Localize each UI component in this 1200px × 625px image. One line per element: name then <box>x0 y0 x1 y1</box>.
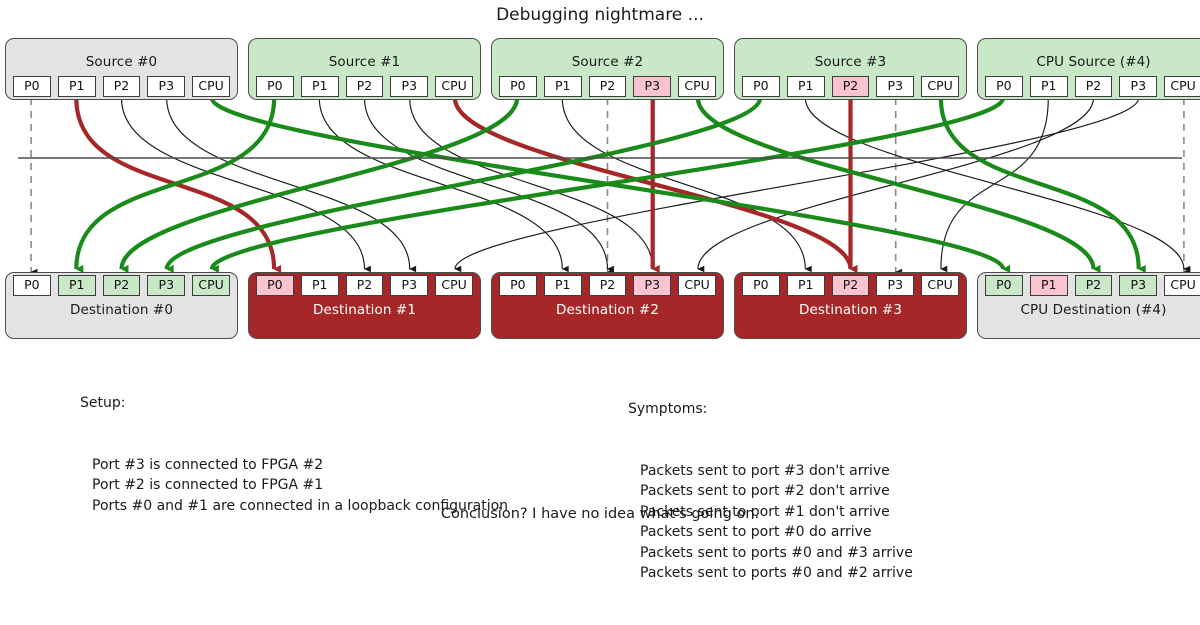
destination-node-1[interactable]: Destination #1 P0 P1 P2 P3 CPU <box>248 272 481 339</box>
destination-4-port-p1[interactable]: P1 <box>1029 275 1068 296</box>
wire-thin-6 <box>318 97 569 273</box>
source-label-4: CPU Source (#4) <box>1036 54 1151 70</box>
destination-3-port-p2[interactable]: P2 <box>831 275 870 296</box>
source-label-1: Source #1 <box>328 54 401 70</box>
destination-3-port-cpu[interactable]: CPU <box>921 275 959 296</box>
destination-2-port-p2[interactable]: P2 <box>588 275 627 296</box>
source-4-port-p1[interactable]: P1 <box>1029 76 1068 97</box>
source-0-port-cpu[interactable]: CPU <box>192 76 230 97</box>
destination-0-port-p0[interactable]: P0 <box>13 275 51 296</box>
source-0-port-p3[interactable]: P3 <box>147 76 186 97</box>
port-strip: P0 P1 P2 P3 CPU <box>742 275 959 296</box>
port-strip: P0 P1 P2 P3 CPU <box>13 76 230 97</box>
port-strip: P0 P1 P2 P3 CPU <box>256 275 473 296</box>
symptoms-line-4: Packets sent to ports #0 and #3 arrive <box>640 544 913 561</box>
destination-0-port-p1[interactable]: P1 <box>57 275 96 296</box>
destination-4-port-p0[interactable]: P0 <box>985 275 1023 296</box>
destination-2-port-p0[interactable]: P0 <box>499 275 537 296</box>
destination-1-port-p2[interactable]: P2 <box>345 275 384 296</box>
destination-label-4: CPU Destination (#4) <box>1020 302 1167 318</box>
symptoms-line-5: Packets sent to ports #0 and #2 arrive <box>640 565 913 581</box>
destination-2-port-p3[interactable]: P3 <box>633 275 672 296</box>
source-4-port-p3[interactable]: P3 <box>1119 76 1158 97</box>
destination-4-port-p3[interactable]: P3 <box>1119 275 1158 296</box>
destination-3-port-p1[interactable]: P1 <box>786 275 825 296</box>
port-strip: P0 P1 P2 P3 CPU <box>985 275 1200 296</box>
wire-green-19 <box>938 97 1146 274</box>
source-label-2: Source #2 <box>571 54 644 70</box>
destination-0-port-p3[interactable]: P3 <box>147 275 186 296</box>
source-3-port-p3[interactable]: P3 <box>876 76 915 97</box>
diagram-canvas: Debugging nightmare ... Source #0 P0 P1 P2 P… <box>0 0 1200 581</box>
destination-label-2: Destination #2 <box>555 302 660 318</box>
source-1-port-p2[interactable]: P2 <box>345 76 384 97</box>
port-strip: P0 P1 P2 P3 CPU <box>499 76 716 97</box>
source-4-port-cpu[interactable]: CPU <box>1164 76 1200 97</box>
source-1-port-p1[interactable]: P1 <box>300 76 339 97</box>
port-strip: P0 P1 P2 P3 CPU <box>742 76 959 97</box>
setup-heading: Setup: <box>80 395 126 411</box>
source-1-port-p3[interactable]: P3 <box>390 76 429 97</box>
destination-1-port-cpu[interactable]: CPU <box>435 275 473 296</box>
destination-3-port-p0[interactable]: P0 <box>742 275 780 296</box>
destination-node-4[interactable]: CPU Destination (#4) P0 P1 P2 P3 CPU <box>977 272 1200 339</box>
source-2-port-p0[interactable]: P0 <box>499 76 537 97</box>
symptoms-heading: Symptoms: <box>628 401 708 417</box>
source-4-port-p2[interactable]: P2 <box>1074 76 1113 97</box>
source-3-port-cpu[interactable]: CPU <box>921 76 959 97</box>
source-0-port-p0[interactable]: P0 <box>13 76 51 97</box>
destination-2-port-cpu[interactable]: CPU <box>678 275 716 296</box>
source-1-port-cpu[interactable]: CPU <box>435 76 473 97</box>
source-3-port-p1[interactable]: P1 <box>786 76 825 97</box>
source-2-port-p2[interactable]: P2 <box>588 76 627 97</box>
source-1-port-p0[interactable]: P0 <box>256 76 294 97</box>
source-2-port-p3[interactable]: P3 <box>633 76 672 97</box>
source-node-1[interactable]: Source #1 P0 P1 P2 P3 CPU <box>248 38 481 100</box>
destination-label-1: Destination #1 <box>312 302 417 318</box>
destination-2-port-p1[interactable]: P1 <box>543 275 582 296</box>
destination-0-port-cpu[interactable]: CPU <box>192 275 230 296</box>
symptoms-line-3: Packets sent to port #0 do arrive <box>640 524 872 540</box>
symptoms-legend: Symptoms: Packets sent to port #3 don't … <box>628 358 913 625</box>
source-node-4[interactable]: CPU Source (#4) P0 P1 P2 P3 CPU <box>977 38 1200 100</box>
symptoms-line-1: Packets sent to port #2 don't arrive <box>640 483 890 499</box>
destination-node-2[interactable]: Destination #2 P0 P1 P2 P3 CPU <box>491 272 724 339</box>
destination-1-port-p1[interactable]: P1 <box>300 275 339 296</box>
wire-thin-7 <box>363 97 614 273</box>
source-4-port-p0[interactable]: P0 <box>985 76 1023 97</box>
symptoms-line-0: Packets sent to port #3 don't arrive <box>640 462 890 479</box>
port-strip: P0 P1 P2 P3 CPU <box>13 275 230 296</box>
port-strip: P0 P1 P2 P3 CPU <box>256 76 473 97</box>
source-label-3: Source #3 <box>814 54 887 70</box>
setup-legend: Setup: Port #3 is connected to FPGA #2 Po… <box>80 352 508 557</box>
source-3-port-p0[interactable]: P0 <box>742 76 780 97</box>
port-strip: P0 P1 P2 P3 CPU <box>499 275 716 296</box>
destination-4-port-cpu[interactable]: CPU <box>1164 275 1200 296</box>
destination-label-3: Destination #3 <box>798 302 903 318</box>
destination-1-port-p3[interactable]: P3 <box>390 275 429 296</box>
source-2-port-p1[interactable]: P1 <box>543 76 582 97</box>
conclusion-text: Conclusion? I have no idea what's going … <box>440 506 760 522</box>
source-label-0: Source #0 <box>85 54 158 70</box>
source-0-port-p2[interactable]: P2 <box>102 76 141 97</box>
source-node-3[interactable]: Source #3 P0 P1 P2 P3 CPU <box>734 38 967 100</box>
destination-node-3[interactable]: Destination #3 P0 P1 P2 P3 CPU <box>734 272 967 339</box>
setup-line-1: Port #2 is connected to FPGA #1 <box>92 477 324 493</box>
destination-1-port-p0[interactable]: P0 <box>256 275 294 296</box>
destination-node-0[interactable]: Destination #0 P0 P1 P2 P3 CPU <box>5 272 238 339</box>
destination-0-port-p2[interactable]: P2 <box>102 275 141 296</box>
port-strip: P0 P1 P2 P3 CPU <box>985 76 1200 97</box>
source-node-2[interactable]: Source #2 P0 P1 P2 P3 CPU <box>491 38 724 100</box>
destination-3-port-p3[interactable]: P3 <box>876 275 915 296</box>
source-0-port-p1[interactable]: P1 <box>57 76 96 97</box>
source-3-port-p2[interactable]: P2 <box>831 76 870 97</box>
wire-green-15 <box>164 97 763 274</box>
source-2-port-cpu[interactable]: CPU <box>678 76 716 97</box>
wire-green-5 <box>74 97 277 274</box>
destination-4-port-p2[interactable]: P2 <box>1074 275 1113 296</box>
setup-line-0: Port #3 is connected to FPGA #2 <box>92 456 324 473</box>
destination-label-0: Destination #0 <box>69 302 174 318</box>
source-node-0[interactable]: Source #0 P0 P1 P2 P3 CPU <box>5 38 238 100</box>
